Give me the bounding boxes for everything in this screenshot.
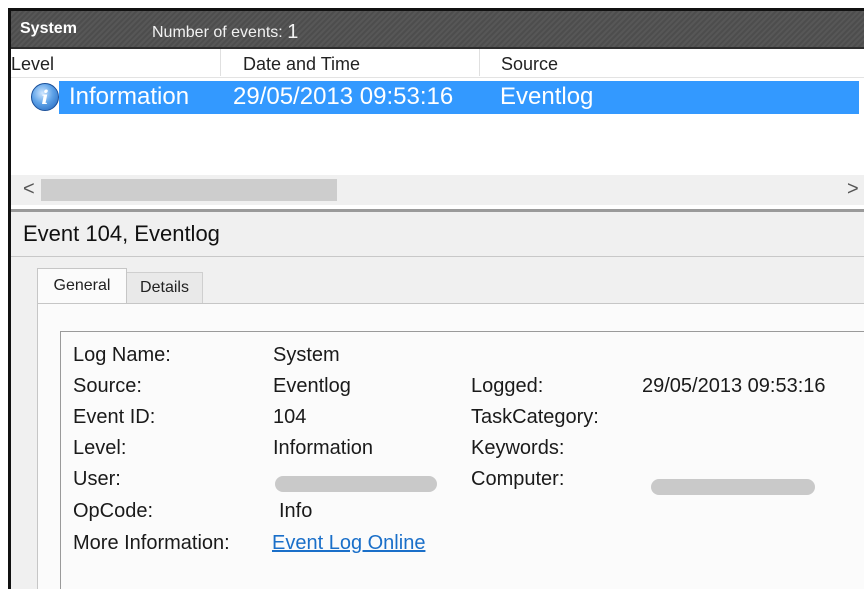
- level-value: Information: [273, 437, 374, 459]
- redacted-computer-value: [651, 479, 815, 495]
- log-name-value: System: [273, 344, 340, 366]
- source-label: Source:: [73, 375, 142, 397]
- cell-level: Information: [69, 83, 190, 110]
- log-titlebar: System Number of events: 1: [11, 11, 864, 49]
- column-header-level[interactable]: Level: [11, 54, 54, 75]
- tab-details[interactable]: Details: [127, 272, 203, 304]
- event-count-label: Number of events:: [152, 24, 283, 41]
- scrollbar-thumb[interactable]: [41, 179, 337, 201]
- opcode-value: Info: [279, 500, 313, 522]
- level-label: Level:: [73, 437, 127, 459]
- redacted-user-value: [275, 476, 437, 492]
- grid-header: Level Date and Time Source: [11, 49, 864, 78]
- event-viewer-window: System Number of events: 1 Level Date an…: [8, 8, 864, 589]
- divider: [11, 256, 864, 257]
- column-header-source[interactable]: Source: [501, 54, 558, 75]
- more-information-label: More Information:: [73, 532, 230, 554]
- task-category-label: TaskCategory:: [471, 406, 599, 428]
- log-name: System: [20, 20, 77, 37]
- scroll-right-arrow-icon[interactable]: >: [847, 178, 859, 201]
- opcode-label: OpCode:: [73, 500, 154, 522]
- event-log-online-link[interactable]: Event Log Online: [272, 532, 425, 555]
- horizontal-scrollbar[interactable]: < >: [11, 175, 864, 205]
- event-id-label: Event ID:: [73, 406, 156, 428]
- logged-label: Logged:: [471, 375, 544, 397]
- logged-value: 29/05/2013 09:53:16: [642, 375, 826, 397]
- info-icon: i: [31, 83, 59, 111]
- column-divider[interactable]: [479, 49, 480, 76]
- tab-general[interactable]: General: [37, 268, 127, 304]
- event-count: Number of events: 1: [152, 20, 298, 43]
- cell-source: Eventlog: [500, 83, 594, 110]
- computer-label: Computer:: [471, 468, 565, 490]
- column-header-date-time[interactable]: Date and Time: [243, 54, 360, 75]
- cell-datetime: 29/05/2013 09:53:16: [233, 83, 454, 110]
- source-value: Eventlog: [273, 375, 351, 397]
- user-label: User:: [73, 468, 121, 490]
- column-divider[interactable]: [220, 49, 221, 76]
- scroll-left-arrow-icon[interactable]: <: [23, 178, 35, 201]
- events-grid: Level Date and Time Source i Information…: [11, 49, 864, 212]
- table-row-selected[interactable]: Information 29/05/2013 09:53:16 Eventlog: [59, 81, 859, 114]
- log-name-label: Log Name:: [73, 344, 171, 366]
- keywords-label: Keywords:: [471, 437, 565, 459]
- event-count-value: 1: [287, 21, 299, 43]
- event-id-value: 104: [273, 406, 307, 428]
- event-detail-title: Event 104, Eventlog: [23, 221, 220, 246]
